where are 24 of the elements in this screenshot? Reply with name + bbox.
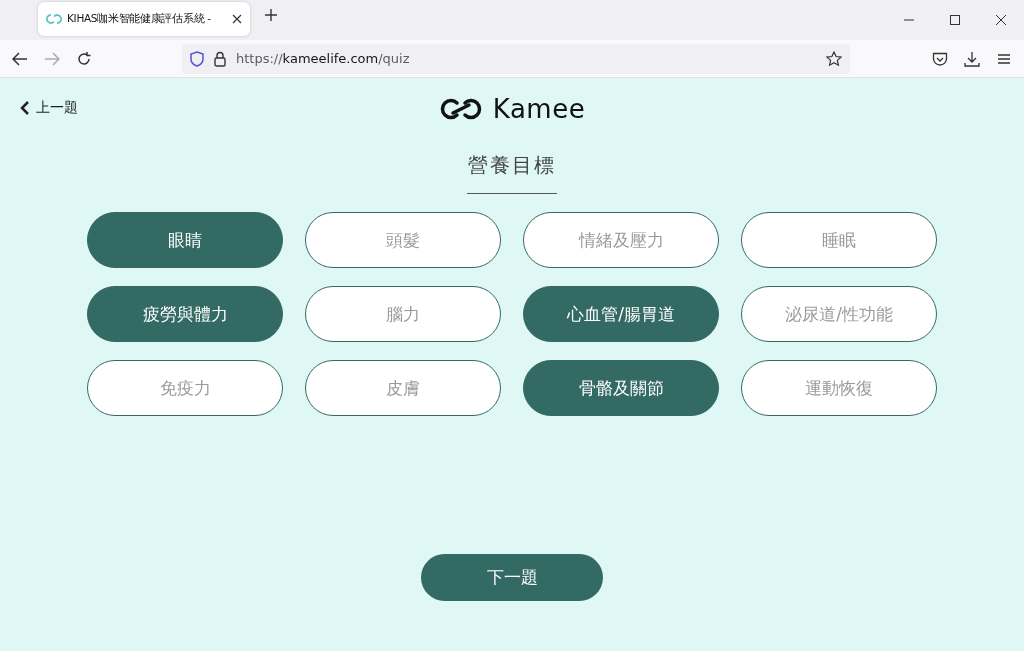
reload-icon[interactable] [76,50,92,67]
address-bar[interactable]: https://kameelife.com/quiz [182,43,850,74]
next-button[interactable]: 下一題 [421,554,603,601]
option-button[interactable]: 骨骼及關節 [523,360,719,416]
option-button[interactable]: 眼睛 [87,212,283,268]
url-text: https://kameelife.com/quiz [236,51,411,66]
close-icon[interactable] [232,14,242,24]
shield-icon [190,50,204,67]
question-title: 營養目標 [467,152,557,179]
link-icon [46,14,62,24]
option-button[interactable]: 疲勞與體力 [87,286,283,342]
menu-icon[interactable] [997,52,1011,65]
new-tab-icon[interactable] [264,8,278,22]
option-button[interactable]: 心血管/腸胃道 [523,286,719,342]
star-icon[interactable] [826,50,842,67]
previous-question-link[interactable]: 上一題 [20,99,78,117]
logo-text: Kamee [492,94,586,124]
back-arrow-icon[interactable] [12,51,28,66]
pocket-icon[interactable] [932,51,948,66]
browser-tab[interactable]: KIHAS咖米智能健康評估系統 - [38,2,250,36]
download-icon[interactable] [964,50,980,67]
chevron-left-icon [20,100,30,116]
lock-icon [214,50,226,67]
logo-icon [438,97,483,121]
